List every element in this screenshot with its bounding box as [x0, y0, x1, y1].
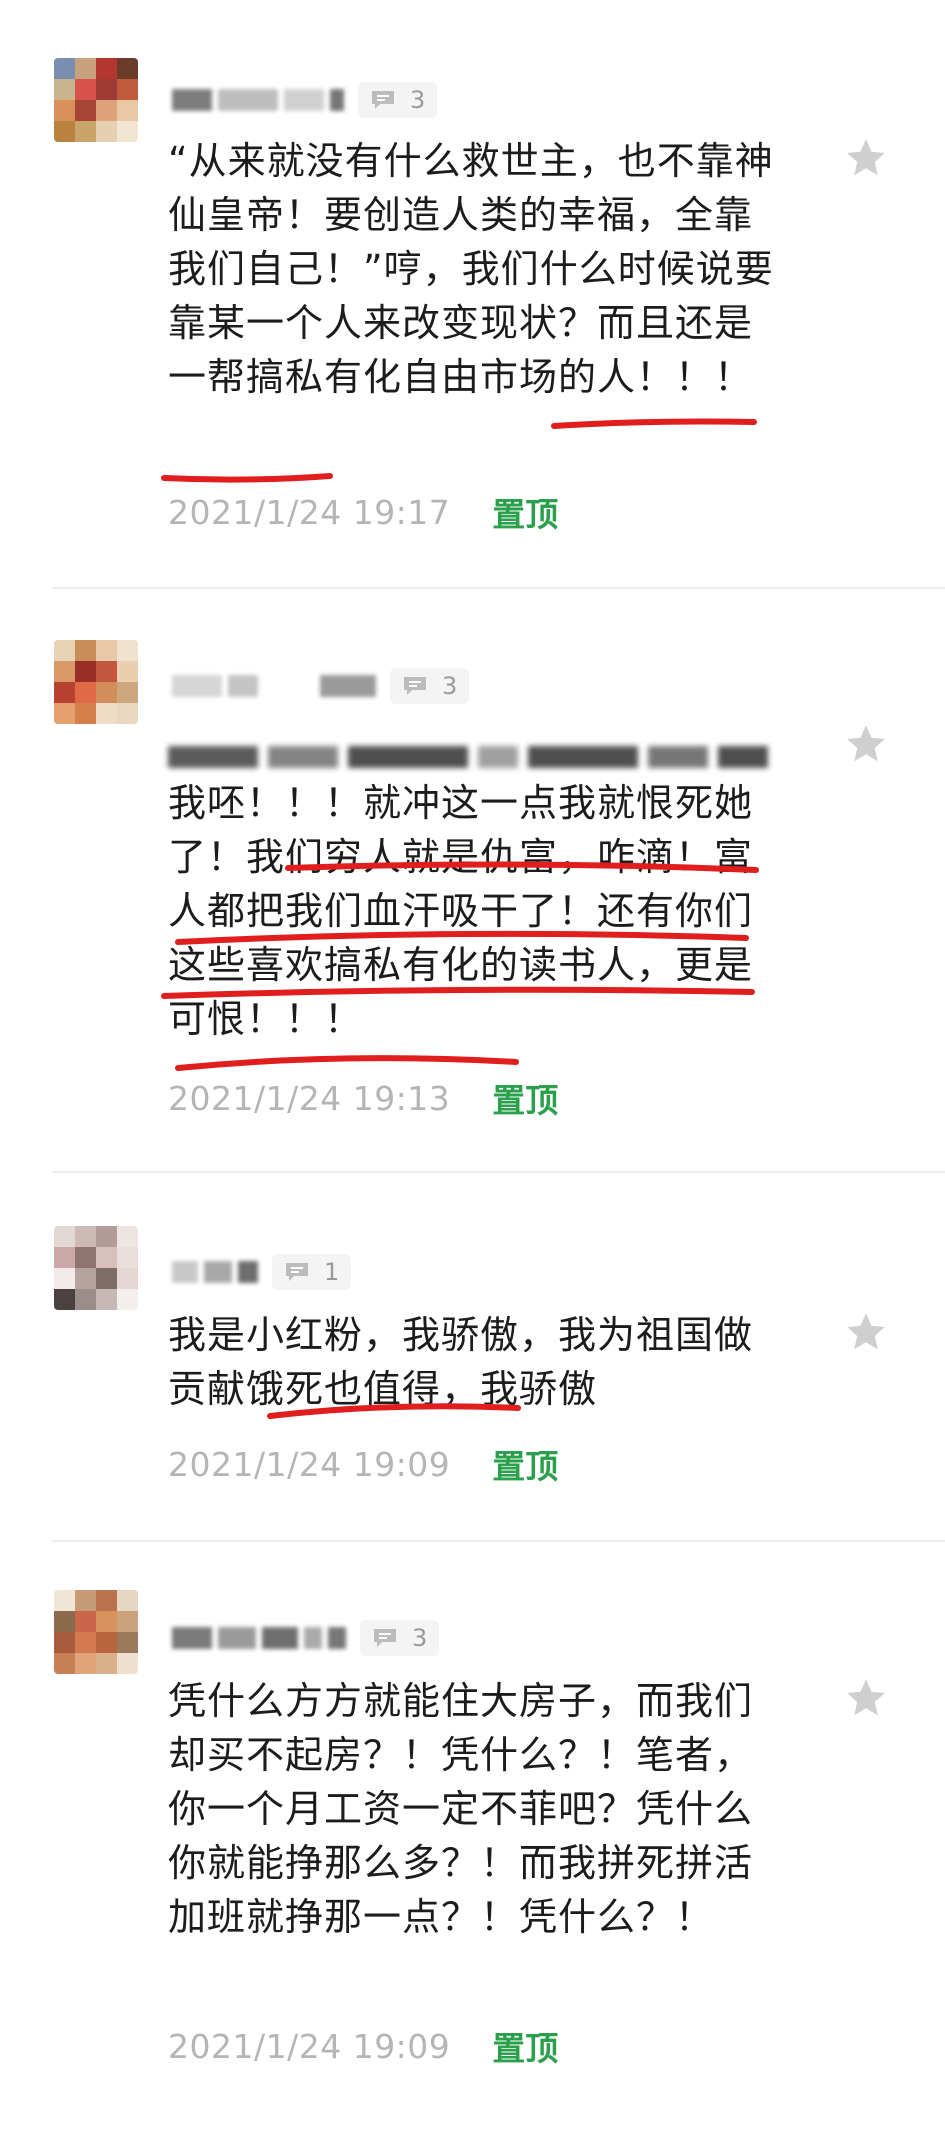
comment-text: 我呸！！！就冲这一点我就恨死她了！我们穷人就是仇富，咋滴！富人都把我们血汗吸干了…: [168, 781, 754, 1041]
red-underline: [551, 418, 757, 429]
star-icon[interactable]: [844, 1676, 888, 1720]
user-name-row: 3: [172, 80, 438, 120]
reply-count-badge[interactable]: 3: [358, 82, 438, 118]
reply-count: 3: [410, 86, 426, 114]
comment-meta: 2021/1/24 19:17 置顶: [168, 488, 558, 536]
comment-time: 2021/1/24 19:13: [168, 1078, 451, 1118]
comment-bubble-icon: [404, 677, 426, 695]
comment-bubble-icon: [286, 1263, 308, 1281]
divider: [52, 1171, 945, 1173]
comment-text: 我是小红粉，我骄傲，我为祖国做贡献饿死也值得，我骄傲: [168, 1313, 754, 1411]
pin-button[interactable]: 置顶: [492, 1074, 558, 1122]
comment-meta: 2021/1/24 19:13 置顶: [168, 1074, 558, 1122]
user-name-blurred: [172, 675, 376, 697]
reply-count: 3: [442, 672, 458, 700]
avatar[interactable]: [54, 1590, 138, 1674]
red-underline: [161, 473, 333, 483]
comment-time: 2021/1/24 19:09: [168, 2026, 451, 2066]
reply-count: 3: [412, 1624, 428, 1652]
comment-meta: 2021/1/24 19:09 置顶: [168, 1440, 558, 1488]
star-icon[interactable]: [844, 722, 888, 766]
red-underline: [175, 1055, 519, 1071]
comment-time: 2021/1/24 19:17: [168, 492, 451, 532]
comment-time: 2021/1/24 19:09: [168, 1444, 451, 1484]
pin-button[interactable]: 置顶: [492, 2022, 558, 2070]
user-name-blurred: [172, 1261, 258, 1283]
comment-meta: 2021/1/24 19:09 置顶: [168, 2022, 558, 2070]
reply-count: 1: [324, 1258, 340, 1286]
reply-count-badge[interactable]: 3: [360, 1620, 440, 1656]
avatar[interactable]: [54, 58, 138, 142]
avatar[interactable]: [54, 640, 138, 724]
blurred-text-fragment: [168, 744, 768, 770]
reply-count-badge[interactable]: 3: [390, 668, 470, 704]
reply-count-badge[interactable]: 1: [272, 1254, 352, 1290]
comment-text: “从来就没有什么救世主，也不靠神仙皇帝！要创造人类的幸福，全靠我们自己！”哼，我…: [168, 139, 774, 399]
user-name-row: 3: [172, 666, 470, 706]
divider: [52, 587, 945, 589]
comment-text: 凭什么方方就能住大房子，而我们却买不起房？！凭什么？！笔者，你一个月工资一定不菲…: [168, 1679, 754, 1939]
user-name-row: 1: [172, 1252, 352, 1292]
comment-bubble-icon: [374, 1629, 396, 1647]
user-name-row: 3: [172, 1618, 440, 1658]
star-icon[interactable]: [844, 136, 888, 180]
divider: [52, 1540, 945, 1542]
user-name-blurred: [172, 89, 344, 111]
comment-bubble-icon: [372, 91, 394, 109]
user-name-blurred: [172, 1627, 346, 1649]
star-icon[interactable]: [844, 1310, 888, 1354]
pin-button[interactable]: 置顶: [492, 1440, 558, 1488]
pin-button[interactable]: 置顶: [492, 488, 558, 536]
avatar[interactable]: [54, 1226, 138, 1310]
